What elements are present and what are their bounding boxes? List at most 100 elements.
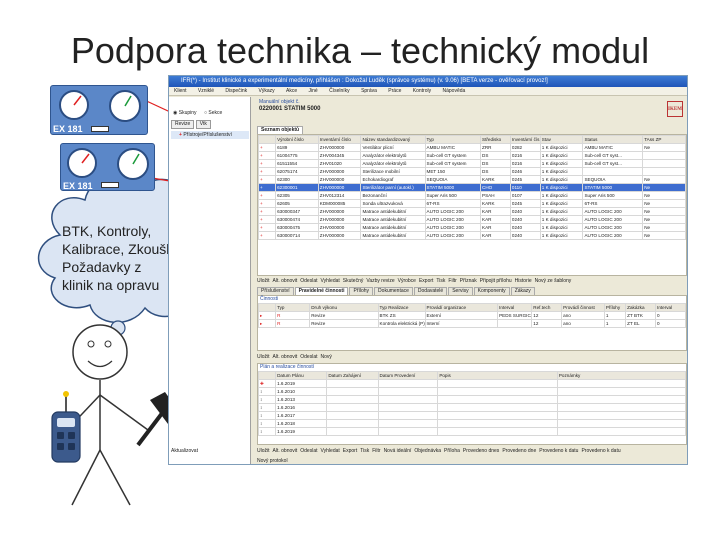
column-header[interactable]: Druh výkonu — [309, 303, 379, 312]
menu-item[interactable]: Číselníky — [329, 88, 350, 94]
table-row[interactable]: ▸RRevizeBTK ZSExterníPEDS SURGICAL s.r.o… — [257, 311, 686, 320]
toolbar-button[interactable]: Filtr — [372, 447, 380, 456]
toolbar-button[interactable]: Příloha — [444, 447, 460, 456]
expand-icon[interactable]: + — [257, 207, 277, 216]
toolbar-button[interactable]: Skutečný — [343, 277, 364, 286]
table-row[interactable]: +630000714 ZHV000000 Matrace antidekubitní… — [257, 231, 686, 240]
toolbar-button[interactable]: Odeslat — [300, 277, 317, 286]
menu-item[interactable]: Klient — [174, 88, 187, 94]
toolbar-button[interactable]: Uložit — [257, 447, 270, 456]
toolbar-button[interactable]: Příznak — [460, 277, 477, 286]
toolbar-button[interactable]: Uložit — [257, 277, 270, 286]
menu-item[interactable]: Vzniklé — [198, 88, 214, 94]
toolbar-button[interactable]: Provedeno dnes — [463, 447, 499, 456]
toolbar-button[interactable]: Objednávka — [414, 447, 441, 456]
column-header[interactable]: Ref.tech — [531, 303, 563, 312]
toolbar-button[interactable]: Vazby revize — [366, 277, 394, 286]
toolbar-button[interactable]: Historie — [515, 277, 532, 286]
toolbar-button[interactable]: Vyhledat — [321, 447, 340, 456]
column-header[interactable]: Typ — [424, 135, 482, 144]
toolbar-button[interactable]: Tisk — [436, 277, 445, 286]
toolbar-button[interactable]: Odeslat — [300, 447, 317, 456]
toolbar-button[interactable]: Alt. obnovit — [273, 353, 298, 362]
toolbar-button[interactable]: Tisk — [360, 447, 369, 456]
table-row[interactable]: +62300001 ZHV000000 Sterilizátor parní (au… — [257, 183, 686, 192]
expand-icon[interactable]: + — [257, 223, 277, 232]
expand-icon[interactable]: + — [257, 159, 277, 168]
table-row[interactable]: +630000474 ZHV000000 Matrace antidekubitní… — [257, 215, 686, 224]
status-text[interactable]: Nový protokol — [257, 458, 288, 464]
toolbar-button[interactable]: Alt. obnovit — [273, 277, 298, 286]
radio-icon[interactable]: ◉ — [173, 110, 177, 116]
column-header[interactable]: Interval — [497, 303, 533, 312]
column-header[interactable]: Interval — [655, 303, 686, 312]
menu-item[interactable]: Výkazy — [259, 88, 275, 94]
expand-icon[interactable]: + — [257, 231, 277, 240]
toolbar-button[interactable]: Nová ideální — [384, 447, 412, 456]
table-row[interactable]: ↕ 1.6.2013 — [257, 395, 687, 404]
expand-icon[interactable]: + — [179, 132, 182, 138]
tree-item[interactable]: + Přístroje/Příslušenství — [171, 131, 249, 139]
toolbar-button[interactable]: Uložit — [257, 353, 270, 362]
column-header[interactable]: Provádí činnost — [561, 303, 605, 312]
table-row[interactable]: +61511554 ZHV01020 Analyzátor elektrolytů S… — [257, 159, 686, 168]
table-row[interactable]: +62605 KDM000085 Sonda ultrazvuková 6T-RS KA… — [257, 199, 686, 208]
menu-item[interactable]: Akce — [286, 88, 297, 94]
expand-icon[interactable]: + — [257, 191, 277, 200]
table-row[interactable]: +61004775 ZHV004345 Analyzátor elektrolytů… — [257, 151, 686, 160]
menu-item[interactable]: Kontroly — [413, 88, 431, 94]
toolbar-button[interactable]: Provedeno k datu — [539, 447, 578, 456]
expand-icon[interactable]: + — [257, 151, 277, 160]
expand-icon[interactable]: + — [257, 175, 277, 184]
column-header[interactable]: Název standardizovaný — [360, 135, 426, 144]
toolbar-button[interactable]: Odeslat — [300, 353, 317, 362]
menu-item[interactable]: Dispečink — [225, 88, 247, 94]
column-header[interactable]: Přílohy — [603, 303, 627, 312]
table-row[interactable]: +630000475 ZHV000000 Matrace antidekubitní… — [257, 223, 686, 232]
toolbar-button[interactable]: Připojit přílohu — [480, 277, 512, 286]
table-row[interactable]: ↕ 1.6.2010 — [257, 387, 687, 396]
column-header[interactable]: Inventární číslo — [317, 135, 362, 144]
column-header[interactable]: Inventární čís. — [509, 135, 541, 144]
left-status[interactable]: Aktualizovat — [171, 448, 249, 454]
column-header[interactable]: Typ Realizace — [377, 303, 426, 312]
column-header[interactable]: Provádí organizace — [424, 303, 499, 312]
toolbar-button[interactable]: Nový — [321, 353, 332, 362]
toolbar-button[interactable]: Filtr — [448, 277, 456, 286]
column-header[interactable]: Status — [582, 135, 644, 144]
menu-item[interactable]: Správa — [361, 88, 377, 94]
toolbar-button[interactable]: Export — [343, 447, 357, 456]
toolbar-button[interactable]: Vyhledat — [321, 277, 340, 286]
table-row[interactable]: ↕ 1.6.2017 — [257, 411, 687, 420]
toolbar-button[interactable]: Provedeno dne — [502, 447, 536, 456]
expand-icon[interactable]: + — [257, 215, 277, 224]
table-row[interactable]: ↕ 1.6.2018 — [257, 419, 687, 428]
column-header[interactable]: TAss ZP — [642, 135, 686, 144]
radio-option[interactable]: Skupiny — [179, 110, 197, 116]
menu-item[interactable]: Jiné — [309, 88, 318, 94]
column-header[interactable]: Výrobní číslo — [275, 135, 319, 144]
toolbar-button[interactable]: Provedeno k datu — [581, 447, 620, 456]
toolbar-button[interactable]: Alt. obnovit — [273, 447, 298, 456]
column-header[interactable]: Stav — [539, 135, 584, 144]
column-header[interactable]: Zakázka — [625, 303, 657, 312]
expand-icon[interactable]: + — [257, 183, 277, 192]
menu-item[interactable]: Práce — [388, 88, 401, 94]
radio-icon[interactable]: ○ — [204, 110, 207, 116]
toolbar-button[interactable]: Nový ze šablony — [535, 277, 572, 286]
table-row[interactable]: +62075174 ZHV000000 Sterilizace mobilní MET… — [257, 167, 686, 176]
table-row[interactable]: ▸ R Revize Kontrola elektrická (P) Interní 12… — [257, 319, 686, 328]
left-tab[interactable]: Revize — [171, 120, 195, 129]
table-row[interactable]: +630000347 ZHV000000 Matrace antidekubitní… — [257, 207, 686, 216]
column-header[interactable]: Datum Zahájení — [326, 371, 379, 380]
table-row[interactable]: ✚ 1.6.2019 — [257, 379, 687, 388]
toolbar-button[interactable]: Výrobce — [398, 277, 416, 286]
column-header[interactable]: Poznámky — [556, 371, 687, 380]
column-header[interactable]: Datum Provedení — [377, 371, 439, 380]
column-header[interactable]: Datum Plánu — [275, 371, 328, 380]
column-header[interactable]: Typ — [275, 303, 311, 312]
table-row[interactable]: ↕ 1.6.2016 — [257, 403, 687, 412]
table-row[interactable]: +62300 ZHV000000 Echokardiograf SEQUOIA KARK… — [257, 175, 686, 184]
column-header[interactable]: Středisko — [480, 135, 511, 144]
expand-icon[interactable]: + — [257, 167, 277, 176]
